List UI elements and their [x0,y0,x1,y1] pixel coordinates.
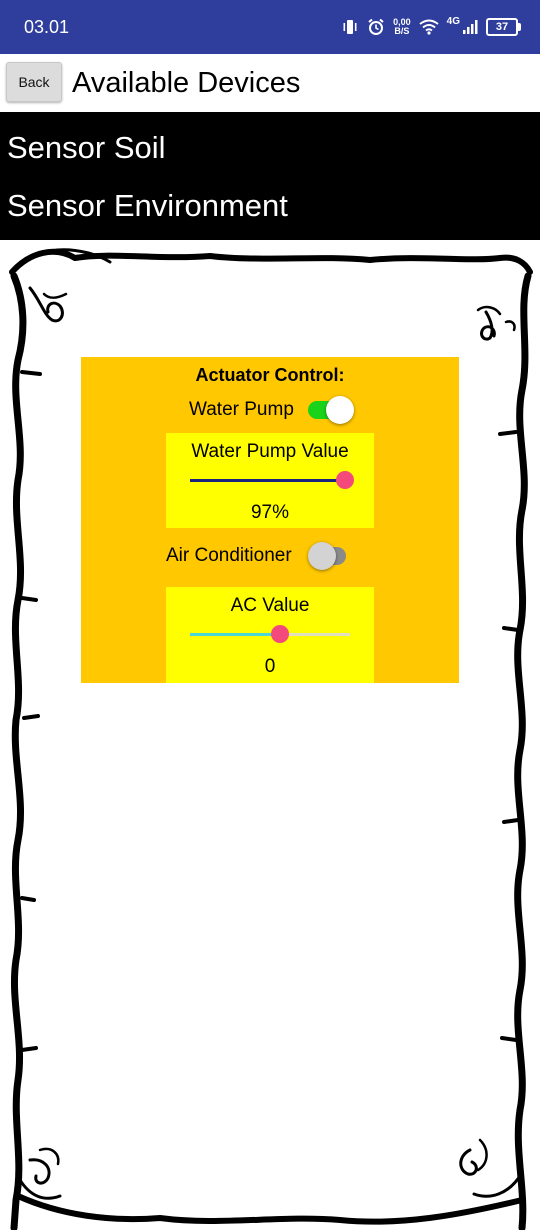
water-pump-slider[interactable] [190,471,355,489]
network-speed-unit: B/S [394,26,410,36]
air-conditioner-switch[interactable] [307,542,346,570]
water-pump-switch-thumb [325,396,354,424]
ac-slider[interactable] [190,625,350,643]
actuator-control-panel: Actuator Control: Water Pump Water Pump … [81,357,459,683]
status-time: 03.01 [24,17,70,37]
status-bar: 03.01 0,00 B/S 4G 37 [0,0,540,54]
device-item-sensor-environment[interactable]: Sensor Environment [0,176,540,240]
network-speed: 0,00 B/S [393,18,411,36]
signal-icon [463,20,478,34]
ac-value-label: AC Value [230,595,310,616]
ac-slider-fill [190,633,280,636]
ac-slider-box: AC Value 0 [166,587,374,683]
vibrate-icon [343,20,357,34]
water-pump-value-label: Water Pump Value [191,441,349,462]
water-pump-toggle-row: Water Pump [189,396,354,424]
battery-level: 37 [495,21,509,33]
device-list: Sensor Soil Sensor Environment [0,112,540,240]
status-icons: 0,00 B/S 4G 37 [341,14,521,40]
air-conditioner-switch-thumb [307,542,336,570]
actuator-control-title: Actuator Control: [195,365,345,385]
water-pump-slider-knob[interactable] [336,471,355,489]
water-pump-value: 97% [250,502,290,523]
ac-slider-knob[interactable] [270,625,289,643]
network-type: 4G [446,15,460,27]
battery-icon: 37 [486,18,521,36]
air-conditioner-label: Air Conditioner [166,545,292,566]
device-item-sensor-soil[interactable]: Sensor Soil [0,112,540,176]
water-pump-switch[interactable] [307,396,354,424]
app-header: Back Available Devices [0,54,540,112]
wifi-icon [419,19,439,35]
back-button[interactable]: Back [6,62,62,102]
water-pump-label: Water Pump [189,399,294,420]
ac-value: 0 [264,656,276,677]
water-pump-slider-fill [190,479,346,482]
page-title: Available Devices [72,67,301,99]
water-pump-slider-box: Water Pump Value 97% [166,433,374,528]
alarm-icon [368,18,384,35]
air-conditioner-toggle-row: Air Conditioner [166,542,346,570]
